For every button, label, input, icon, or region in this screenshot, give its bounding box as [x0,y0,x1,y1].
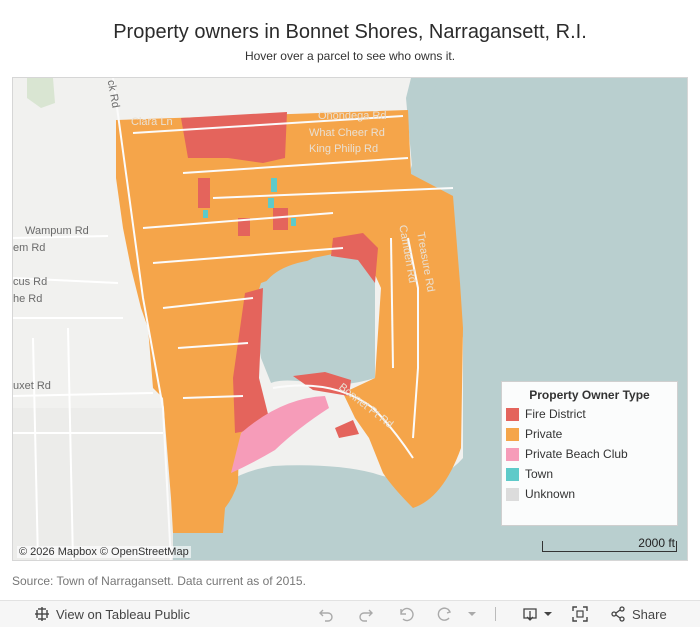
undo-icon[interactable] [318,606,334,622]
legend-label: Town [525,467,554,481]
street-label: Wampum Rd [25,225,89,237]
legend-swatch [506,447,519,461]
street-label: Clara Ln [131,116,173,128]
legend-item-unknown[interactable]: Unknown [506,486,575,502]
street-label: King Philip Rd [309,143,379,155]
revert-icon[interactable] [398,606,414,622]
parcel-map[interactable]: Clara Ln Onondega Rd What Cheer Rd King … [12,77,688,561]
scale-label: 2000 ft [638,536,675,550]
download-chevron-icon[interactable] [540,606,556,622]
legend-item-private[interactable]: Private [506,426,562,442]
town-parcel [271,178,277,192]
park-area [27,78,55,108]
map-credits[interactable]: © 2026 Mapbox © OpenStreetMap [17,546,191,558]
legend-item-private-beach-club[interactable]: Private Beach Club [506,446,628,462]
street-label: What Cheer Rd [309,127,385,139]
share-button[interactable]: Share [610,605,667,623]
legend-swatch [506,407,519,421]
legend: Property Owner Type Fire District Privat… [501,381,678,526]
redo-icon[interactable] [358,606,374,622]
toolbar-divider [495,607,496,621]
tableau-toolbar: View on Tableau Public Share [0,600,700,627]
fire-district-southeast [335,420,359,438]
share-label: Share [632,606,667,622]
legend-item-fire-district[interactable]: Fire District [506,406,586,422]
view-on-tableau-label: View on Tableau Public [56,606,190,622]
fire-district-north [181,112,287,163]
legend-swatch [506,487,519,501]
tableau-logo-icon [35,607,49,621]
refresh-icon[interactable] [436,606,452,622]
street-label: uxet Rd [13,380,51,392]
legend-title: Property Owner Type [529,388,650,402]
fullscreen-icon[interactable] [572,606,588,622]
source-note: Source: Town of Narragansett. Data curre… [12,574,306,588]
view-on-tableau-button[interactable]: View on Tableau Public [34,605,190,623]
fire-district-small [198,178,210,208]
page-subtitle: Hover over a parcel to see who owns it. [244,49,456,63]
legend-label: Private [525,427,563,441]
legend-swatch [506,427,519,441]
legend-label: Unknown [525,487,576,501]
legend-label: Fire District [525,407,586,421]
legend-swatch [506,467,519,481]
legend-item-town[interactable]: Town [506,466,553,482]
page-title: Property owners in Bonnet Shores, Narrag… [113,21,587,43]
legend-label: Private Beach Club [525,447,628,461]
street-label: Onondega Rd [318,110,387,122]
street-label: em Rd [13,242,46,254]
download-icon[interactable] [522,606,538,622]
street-label: cus Rd [13,276,48,288]
share-icon [611,606,625,622]
chevron-down-icon[interactable] [464,606,480,622]
street-label: he Rd [13,293,43,305]
